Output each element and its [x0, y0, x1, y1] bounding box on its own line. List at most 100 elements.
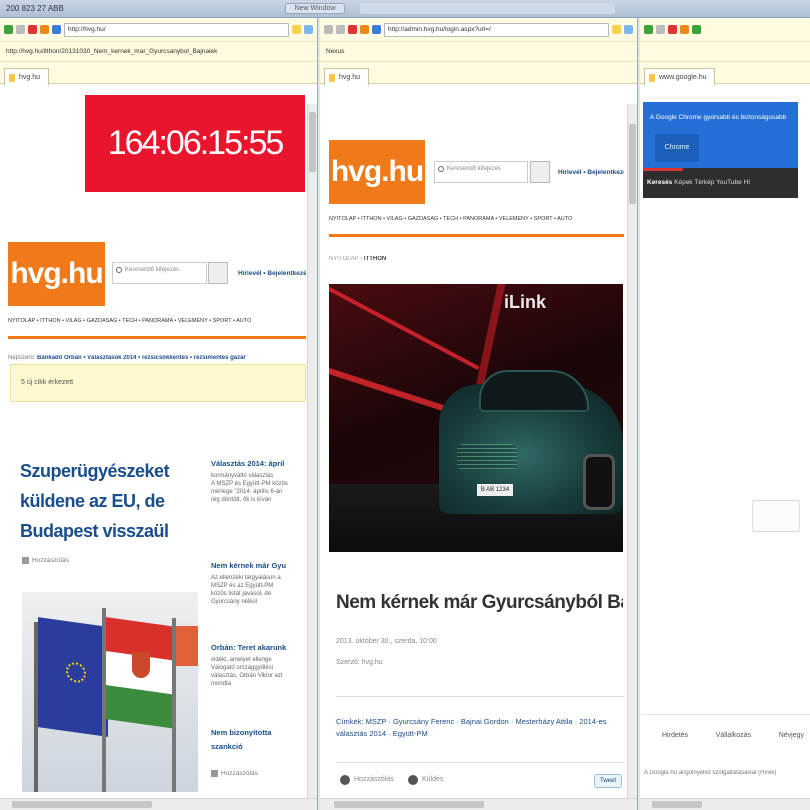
- url-bar[interactable]: http://hvg.hu/itthon/20131030_Nem_kernek…: [0, 42, 317, 62]
- new-articles-notice[interactable]: 5 új cikk érkezett: [10, 364, 306, 402]
- hot-topics-links[interactable]: Bankadó Orbán • Választások 2014 • rezsi…: [37, 355, 246, 361]
- comment-count[interactable]: Hozzászólás: [22, 557, 69, 564]
- forward-icon[interactable]: [656, 25, 665, 34]
- home-icon[interactable]: [52, 25, 61, 34]
- share-send-label: Küldés: [422, 776, 444, 783]
- side-title-4[interactable]: Nem bizonyította: [211, 728, 306, 737]
- tab-hvg[interactable]: hvg.hu: [4, 68, 50, 86]
- divider: [336, 696, 623, 697]
- article-date: 2013. október 30., szerda, 10:00: [336, 638, 437, 645]
- address-input[interactable]: http://hvg.hu/: [64, 22, 289, 37]
- nav-links[interactable]: Képek Térkép YouTube Hí: [674, 179, 750, 186]
- coat-of-arms-icon: [132, 652, 150, 678]
- reload-icon[interactable]: [680, 25, 689, 34]
- license-plate: B AB 1234: [477, 484, 513, 496]
- comment-icon: [340, 775, 350, 785]
- breadcrumb: NYITÓLAP › ITTHON: [329, 256, 387, 262]
- menu-icon[interactable]: [304, 25, 313, 34]
- search-button[interactable]: [530, 161, 550, 183]
- side-title-4b[interactable]: szankció: [211, 742, 306, 751]
- car-ad-image[interactable]: iLink B AB 1234: [329, 284, 623, 552]
- chrome-button[interactable]: Chrome: [655, 134, 699, 162]
- favicon-icon: [329, 74, 335, 82]
- search-placeholder: Keresendő kifejezés: [447, 166, 502, 172]
- side-title-2[interactable]: Nem kérnek már Gyu: [211, 561, 306, 570]
- horizontal-scrollbar[interactable]: [320, 798, 637, 810]
- stop-icon[interactable]: [668, 25, 677, 34]
- comment-icon: [211, 770, 218, 777]
- countdown-timer: 164:06:15:55: [85, 95, 305, 192]
- header-links[interactable]: Hírlevél • Bejelentkezés: [238, 270, 306, 277]
- reload-icon[interactable]: [360, 25, 369, 34]
- hot-topics-label: Népszerű:: [8, 355, 36, 361]
- article-source[interactable]: Szerző: hvg.hu: [336, 659, 383, 666]
- favicon-icon: [649, 74, 655, 82]
- forward-icon[interactable]: [336, 25, 345, 34]
- back-icon[interactable]: [4, 25, 13, 34]
- center-tab[interactable]: New Window: [285, 3, 345, 14]
- back-icon[interactable]: [324, 25, 333, 34]
- hscroll-thumb[interactable]: [334, 801, 484, 808]
- menu-icon[interactable]: [624, 25, 633, 34]
- search-input[interactable]: Keresendő kifejezés: [434, 161, 528, 183]
- hot-topics: Népszerű: Bankadó Orbán • Választások 20…: [8, 355, 306, 361]
- vertical-scrollbar[interactable]: [627, 104, 637, 804]
- reload-icon[interactable]: [40, 25, 49, 34]
- bookmark-icon[interactable]: [612, 25, 621, 34]
- flags-photo[interactable]: [22, 592, 198, 792]
- main-headline[interactable]: Szuperügyészeket küldene az EU, de Budap…: [20, 456, 200, 546]
- side-text-1: kormányváltó választás A MSZP és Együtt-…: [211, 473, 288, 503]
- share-send[interactable]: Küldés: [408, 775, 444, 785]
- footer-note: A Google.hu angolnyelvű szolgáltatásaiva…: [644, 770, 777, 776]
- url-bar[interactable]: [640, 42, 810, 62]
- side-title-1[interactable]: Választás 2014: ápril: [211, 459, 306, 468]
- footer-business[interactable]: Vállalkozás: [716, 732, 751, 739]
- horizontal-scrollbar[interactable]: [0, 798, 317, 810]
- hvg-logo[interactable]: hvg.hu: [8, 242, 105, 306]
- bookmark-icon[interactable]: [292, 25, 301, 34]
- share-comment[interactable]: Hozzászólás: [340, 775, 394, 785]
- favicon-icon: [9, 74, 15, 82]
- vertical-scrollbar[interactable]: [307, 104, 317, 804]
- hscroll-thumb[interactable]: [12, 801, 152, 808]
- breadcrumb-home[interactable]: NYITÓLAP: [329, 256, 359, 262]
- footer-links: Hirdetés Vállalkozás Névjegy: [642, 732, 810, 739]
- nav-search[interactable]: Keresés: [647, 179, 672, 186]
- breadcrumb-section[interactable]: ITTHON: [364, 256, 386, 262]
- header-links[interactable]: Hírlevél • Bejelentkezés: [558, 169, 624, 176]
- ok-icon[interactable]: [692, 25, 701, 34]
- article-tags[interactable]: Címkék: MSZP · Gyurcsány Ferenc · Bajnai…: [336, 716, 623, 746]
- side-text-3: vidéki, amelyet ellenge Válogató országg…: [211, 657, 283, 687]
- tab-hvg[interactable]: hvg.hu: [324, 68, 370, 86]
- toolbar-3: [640, 18, 810, 42]
- car-windshield: [479, 370, 589, 412]
- search-input[interactable]: Keresendő kifejezés: [112, 262, 207, 284]
- url-bar[interactable]: Nexus: [320, 42, 637, 62]
- car-grille: [457, 444, 517, 470]
- horizontal-scrollbar[interactable]: [640, 798, 810, 810]
- stop-icon[interactable]: [28, 25, 37, 34]
- back-icon[interactable]: [644, 25, 653, 34]
- search-box[interactable]: [752, 500, 800, 532]
- tab-google[interactable]: www.google.hu: [644, 68, 716, 86]
- address-input[interactable]: http://admin.hvg.hu/login.aspx?url=/: [384, 22, 609, 37]
- forward-icon[interactable]: [16, 25, 25, 34]
- send-icon: [408, 775, 418, 785]
- divider: [642, 714, 810, 715]
- tweet-button[interactable]: Tweet: [594, 774, 622, 788]
- main-nav[interactable]: NYITÓLAP • ITTHON • VILÁG • GAZDASÁG • T…: [8, 318, 306, 324]
- side-comment[interactable]: Hozzászólás: [211, 770, 258, 777]
- search-button[interactable]: [208, 262, 228, 284]
- hscroll-thumb[interactable]: [652, 801, 702, 808]
- footer-about[interactable]: Névjegy: [779, 732, 804, 739]
- footer-ads[interactable]: Hirdetés: [662, 732, 688, 739]
- home-icon[interactable]: [372, 25, 381, 34]
- scroll-thumb[interactable]: [309, 112, 316, 172]
- hvg-logo[interactable]: hvg.hu: [329, 140, 425, 204]
- side-title-3[interactable]: Orbán: Teret akarunk: [211, 643, 306, 652]
- stop-icon[interactable]: [348, 25, 357, 34]
- window-titlebar: 200 823 27 ABB New Window: [0, 0, 810, 18]
- light-streak: [329, 284, 480, 371]
- main-nav[interactable]: NYITÓLAP • ITTHON • VILÁG • GAZDASÁG • T…: [329, 216, 624, 222]
- scroll-thumb[interactable]: [629, 124, 636, 204]
